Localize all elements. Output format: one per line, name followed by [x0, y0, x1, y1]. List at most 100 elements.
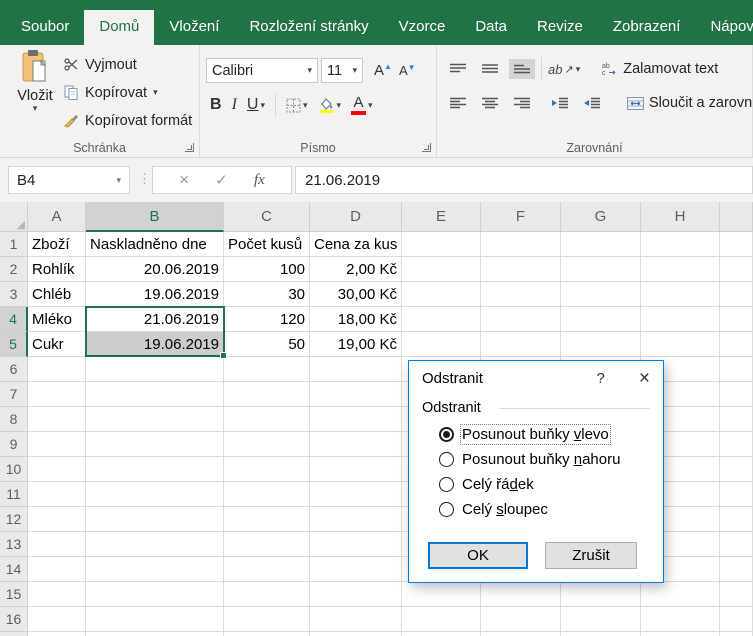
row-header-13[interactable]: 13	[0, 532, 28, 557]
cell-D8[interactable]	[310, 407, 402, 432]
row-header-9[interactable]: 9	[0, 432, 28, 457]
cell-F1[interactable]	[481, 232, 561, 257]
cell-partial10[interactable]	[720, 457, 753, 482]
cell-D10[interactable]	[310, 457, 402, 482]
cell-D6[interactable]	[310, 357, 402, 382]
row-header-2[interactable]: 2	[0, 257, 28, 282]
cell-partial9[interactable]	[720, 432, 753, 457]
clipboard-dialog-launcher[interactable]	[185, 143, 194, 152]
cell-E17[interactable]	[402, 632, 481, 636]
cell-D15[interactable]	[310, 582, 402, 607]
cell-C15[interactable]	[224, 582, 310, 607]
column-header-G[interactable]: G	[561, 202, 641, 232]
cell-partial6[interactable]	[720, 357, 753, 382]
cell-D2[interactable]: 2,00 Kč	[310, 257, 402, 282]
dialog-title-bar[interactable]: Odstranit ? ×	[409, 361, 663, 395]
cell-G17[interactable]	[561, 632, 641, 636]
cell-E1[interactable]	[402, 232, 481, 257]
cell-B13[interactable]	[86, 532, 224, 557]
row-header-17[interactable]: 17	[0, 632, 28, 636]
cell-D17[interactable]	[310, 632, 402, 636]
delete-option-1[interactable]: Posunout buňky vlevo	[439, 422, 620, 447]
cell-C7[interactable]	[224, 382, 310, 407]
row-header-14[interactable]: 14	[0, 557, 28, 582]
cell-D11[interactable]	[310, 482, 402, 507]
column-header-A[interactable]: A	[28, 202, 86, 232]
cell-G15[interactable]	[561, 582, 641, 607]
row-header-1[interactable]: 1	[0, 232, 28, 257]
cell-A8[interactable]	[28, 407, 86, 432]
cell-C9[interactable]	[224, 432, 310, 457]
cell-partial14[interactable]	[720, 557, 753, 582]
radio-icon[interactable]	[439, 427, 454, 442]
cell-A7[interactable]	[28, 382, 86, 407]
cell-partial13[interactable]	[720, 532, 753, 557]
cell-B3[interactable]: 19.06.2019	[86, 282, 224, 307]
align-center-button[interactable]	[477, 93, 503, 113]
delete-option-4[interactable]: Celý sloupec	[439, 497, 620, 522]
tab-soubor[interactable]: Soubor	[6, 10, 84, 45]
font-name-combo[interactable]: Calibri ▾	[206, 58, 318, 83]
row-header-5[interactable]: 5	[0, 332, 28, 357]
cell-partial5[interactable]	[720, 332, 753, 357]
cell-C3[interactable]: 30	[224, 282, 310, 307]
row-header-4[interactable]: 4	[0, 307, 28, 332]
cell-D12[interactable]	[310, 507, 402, 532]
cell-F17[interactable]	[481, 632, 561, 636]
cell-B1[interactable]: Naskladněno dne	[86, 232, 224, 257]
cell-B15[interactable]	[86, 582, 224, 607]
cell-C4[interactable]: 120	[224, 307, 310, 332]
tab-vložení[interactable]: Vložení	[154, 10, 234, 45]
tab-vzorce[interactable]: Vzorce	[384, 10, 461, 45]
row-header-3[interactable]: 3	[0, 282, 28, 307]
cell-partial7[interactable]	[720, 382, 753, 407]
cell-D7[interactable]	[310, 382, 402, 407]
help-icon[interactable]: ?	[597, 370, 605, 387]
format-painter-button[interactable]: Kopírovat formát	[64, 110, 192, 131]
wrap-text-button[interactable]: ab c Zalamovat text	[602, 61, 718, 77]
cell-E15[interactable]	[402, 582, 481, 607]
cell-E16[interactable]	[402, 607, 481, 632]
cell-D1[interactable]: Cena za kus	[310, 232, 402, 257]
row-header-10[interactable]: 10	[0, 457, 28, 482]
column-header-partial[interactable]	[720, 202, 753, 232]
cell-partial2[interactable]	[720, 257, 753, 282]
align-bottom-button[interactable]	[509, 59, 535, 79]
cell-C17[interactable]	[224, 632, 310, 636]
column-header-B[interactable]: B	[86, 202, 224, 232]
cell-F5[interactable]	[481, 332, 561, 357]
cell-C8[interactable]	[224, 407, 310, 432]
cell-H17[interactable]	[641, 632, 720, 636]
cell-partial4[interactable]	[720, 307, 753, 332]
cancel-entry-icon[interactable]: ×	[179, 170, 189, 190]
row-header-11[interactable]: 11	[0, 482, 28, 507]
increase-indent-button[interactable]	[579, 93, 605, 113]
cell-C13[interactable]	[224, 532, 310, 557]
cell-A1[interactable]: Zboží	[28, 232, 86, 257]
fill-handle[interactable]	[220, 352, 227, 359]
column-header-F[interactable]: F	[481, 202, 561, 232]
row-header-15[interactable]: 15	[0, 582, 28, 607]
cell-partial11[interactable]	[720, 482, 753, 507]
cell-A15[interactable]	[28, 582, 86, 607]
cell-B17[interactable]	[86, 632, 224, 636]
merge-center-button[interactable]: Sloučit a zarovnat na	[627, 95, 752, 111]
cell-F15[interactable]	[481, 582, 561, 607]
radio-icon[interactable]	[439, 452, 454, 467]
cell-E5[interactable]	[402, 332, 481, 357]
cell-partial3[interactable]	[720, 282, 753, 307]
radio-icon[interactable]	[439, 502, 454, 517]
tab-nápověda[interactable]: Nápověda	[695, 10, 753, 45]
borders-button[interactable]: ▾	[286, 98, 308, 113]
cell-A17[interactable]	[28, 632, 86, 636]
select-all-corner[interactable]: ◢	[0, 202, 28, 232]
cell-C12[interactable]	[224, 507, 310, 532]
cell-D5[interactable]: 19,00 Kč	[310, 332, 402, 357]
column-header-E[interactable]: E	[402, 202, 481, 232]
cell-C14[interactable]	[224, 557, 310, 582]
radio-icon[interactable]	[439, 477, 454, 492]
column-header-D[interactable]: D	[310, 202, 402, 232]
cell-D13[interactable]	[310, 532, 402, 557]
cell-B6[interactable]	[86, 357, 224, 382]
tab-rozložení stránky[interactable]: Rozložení stránky	[234, 10, 383, 45]
